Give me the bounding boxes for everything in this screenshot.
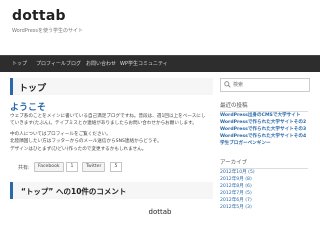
twitter-share-count: 5 <box>110 162 122 172</box>
nav-item-top[interactable]: トップ <box>12 60 27 67</box>
search-icon <box>224 81 231 88</box>
recent-post-link[interactable]: 学生ブロガーペンギンー <box>220 140 271 146</box>
body-text-line: ウェブ系のことをメインに書いている自己満足ブログですね。普段は、週1回以上をベー… <box>10 114 206 119</box>
body-text-line: デザインはひとまず(ひどい)作ったので変更するかもしれません。 <box>10 147 147 152</box>
comments-title-bar: “トップ” への10件のコメント <box>10 182 213 199</box>
archive-link[interactable]: 2012年7月 (5) <box>220 190 252 196</box>
body-text-line: ていきます(たぶん)。テイプミスとか連絡がありましたらお問い合わせからお願いしま… <box>10 121 197 126</box>
nav-item-blog[interactable]: ブログ <box>66 60 81 67</box>
welcome-heading: ようこそ <box>10 103 47 113</box>
search-box <box>220 78 310 92</box>
nav-item-wp-community[interactable]: WP学生コミュニティ <box>120 60 168 67</box>
main-navigation: トップ プロフィール ブログ お問い合わせ WP学生コミュニティ <box>0 55 320 72</box>
site-description: WordPressを使う学生のサイト <box>12 28 84 34</box>
nav-item-contact[interactable]: お問い合わせ <box>86 60 116 67</box>
share-label: 共有: <box>18 165 30 171</box>
site-title[interactable]: dottab <box>12 8 66 24</box>
archive-link[interactable]: 2012年8月 (6) <box>220 183 252 189</box>
archive-link[interactable]: 2012年10月 (5) <box>220 169 255 175</box>
body-text-line: 中の人についてはプロフィールをご覧ください。 <box>10 132 111 137</box>
slide-caption: dottab <box>148 208 172 216</box>
archive-heading: アーカイブ <box>220 158 308 169</box>
facebook-share-button[interactable]: Facebook <box>34 162 64 172</box>
recent-post-link[interactable]: WordPress出身のCMSで大学サイト <box>220 112 300 118</box>
archive-link[interactable]: 2012年9月 (8) <box>220 176 252 182</box>
recent-post-link[interactable]: WordPressで作られた大学サイトその3 <box>220 126 306 132</box>
site-header: dottab WordPressを使う学生のサイト <box>0 0 320 44</box>
recent-posts-heading: 最近の投稿 <box>220 101 308 112</box>
facebook-share-count: 1 <box>66 162 78 172</box>
page-title-bar: トップ <box>10 78 213 95</box>
comments-title: “トップ” への10件のコメント <box>21 187 127 196</box>
recent-post-link[interactable]: WordPressで作られた大学サイトその4 <box>220 133 306 139</box>
page-title: トップ <box>19 84 47 94</box>
recent-post-link[interactable]: WordPressで作られた大学サイトその2 <box>220 119 306 125</box>
facebook-share-label: Facebook <box>38 164 60 169</box>
archive-link[interactable]: 2012年6月 (7) <box>220 197 252 203</box>
search-input[interactable] <box>233 79 303 91</box>
twitter-share-label: Twitter <box>86 164 102 169</box>
nav-item-profile[interactable]: プロフィール <box>36 60 66 67</box>
twitter-share-button[interactable]: Twitter <box>82 162 106 172</box>
body-text-line: 北陸隣国したい方はフッターからのメール送信からSNS連絡からどうぞ。 <box>10 139 162 144</box>
